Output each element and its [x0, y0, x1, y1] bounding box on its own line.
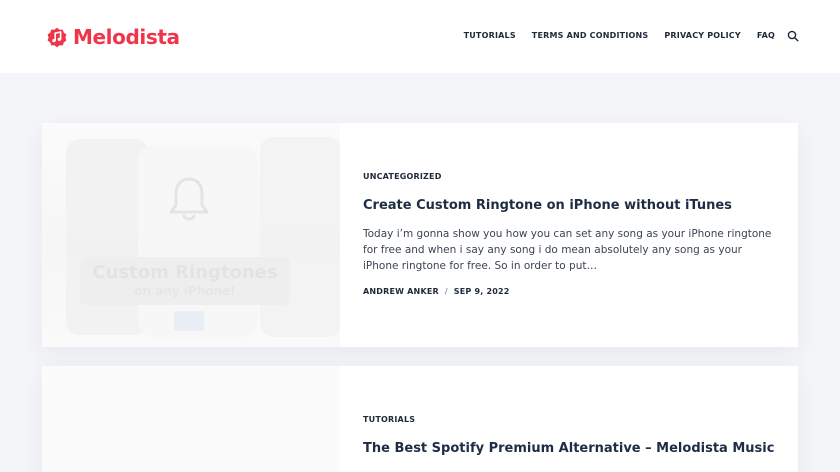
site-header: Melodista TUTORIALS TERMS AND CONDITIONS…: [0, 0, 840, 73]
thumbnail-phone-left: [66, 139, 148, 335]
nav-item-terms[interactable]: TERMS AND CONDITIONS: [532, 30, 649, 42]
thumbnail-subheading: on any iPhone!: [134, 284, 236, 298]
post-thumbnail[interactable]: Custom Ringtones on any iPhone!: [42, 123, 340, 347]
post-category[interactable]: UNCATEGORIZED: [363, 172, 442, 182]
nav-item-tutorials[interactable]: TUTORIALS: [464, 30, 516, 42]
site-logo[interactable]: Melodista: [45, 24, 180, 50]
post-card: TUTORIALS The Best Spotify Premium Alter…: [42, 366, 798, 472]
meta-separator: /: [444, 287, 448, 296]
brand-name: Melodista: [73, 25, 180, 49]
nav-item-faq[interactable]: FAQ: [757, 30, 775, 42]
post-meta: ANDREW ANKER / SEP 9, 2022: [363, 287, 510, 297]
post-thumbnail[interactable]: [42, 366, 340, 472]
post-date: SEP 9, 2022: [453, 287, 510, 296]
thumbnail-heading: Custom Ringtones: [92, 262, 278, 283]
bell-icon: [169, 177, 209, 221]
post-category[interactable]: TUTORIALS: [363, 415, 415, 425]
nav-item-privacy[interactable]: PRIVACY POLICY: [664, 30, 741, 42]
thumbnail-button: [174, 311, 204, 331]
post-card: Custom Ringtones on any iPhone! UNCATEGO…: [42, 123, 798, 347]
thumbnail-banner: Custom Ringtones on any iPhone!: [80, 257, 290, 305]
logo-music-icon: [47, 27, 67, 48]
post-excerpt: Today i’m gonna show you how you can set…: [363, 228, 772, 272]
main-nav: TUTORIALS TERMS AND CONDITIONS PRIVACY P…: [464, 30, 799, 42]
post-title[interactable]: Create Custom Ringtone on iPhone without…: [363, 197, 732, 215]
search-icon[interactable]: [787, 30, 799, 42]
post-author[interactable]: ANDREW ANKER: [363, 287, 439, 297]
post-title[interactable]: The Best Spotify Premium Alternative – M…: [363, 440, 774, 458]
thumbnail-phone-right: [260, 137, 340, 337]
